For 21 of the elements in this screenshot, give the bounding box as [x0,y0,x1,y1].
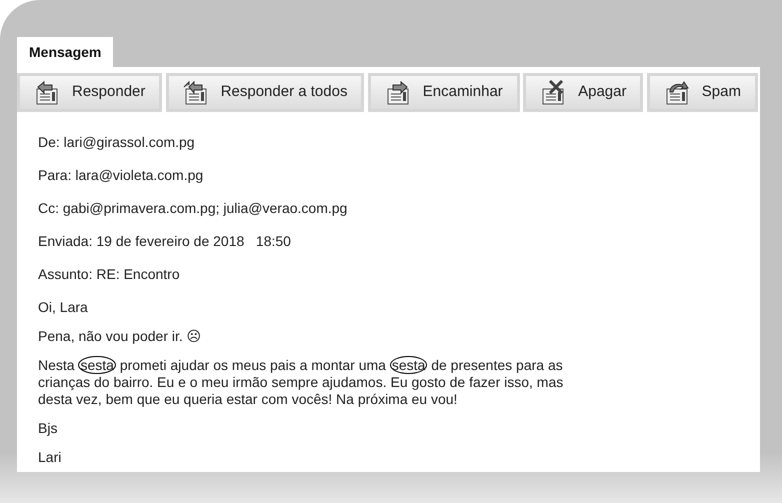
header-line: Para: lara@violeta.com.pg [38,166,204,185]
toolbar-button[interactable]: Encaminhar [368,73,520,112]
reply-all-icon [182,80,209,106]
header-line: Enviada: 19 de fevereiro de 2018 18:50 [38,232,292,251]
header-line: Assunto: RE: Encontro [38,265,181,284]
message-paragraph: Pena, não vou poder ir. ☹ [38,328,203,345]
message-paragraph: Bjs [38,420,58,437]
message-paragraph: Oi, Lara [38,299,89,316]
reply-icon [34,80,60,106]
toolbar-button[interactable]: Responder a todos [166,73,364,112]
message-paragraph: Nesta sesta prometi ajudar os meus pais a montar uma sesta de presentes para as crianças do bairro. Eu e o meu irmão sempre ajudamos. Eu gosto de fazer isso, mas desta vez, bem que eu queria estar com vocês! Na próxima eu vou! [38,357,564,408]
toolbar-button[interactable]: Spam [646,73,758,112]
delete-icon [540,80,566,106]
message-paragraph: Lari [38,449,62,466]
message-tab[interactable]: Mensagem [17,37,114,67]
toolbar-button[interactable]: Apagar [523,73,644,112]
toolbar-button[interactable]: Responder [17,73,162,112]
header-line: De: lari@girassol.com.pg [38,133,196,152]
spam-icon [664,80,690,106]
header-line: Cc: gabi@primavera.com.pg; julia@verao.com.pg [38,199,348,218]
forward-icon [384,80,411,106]
